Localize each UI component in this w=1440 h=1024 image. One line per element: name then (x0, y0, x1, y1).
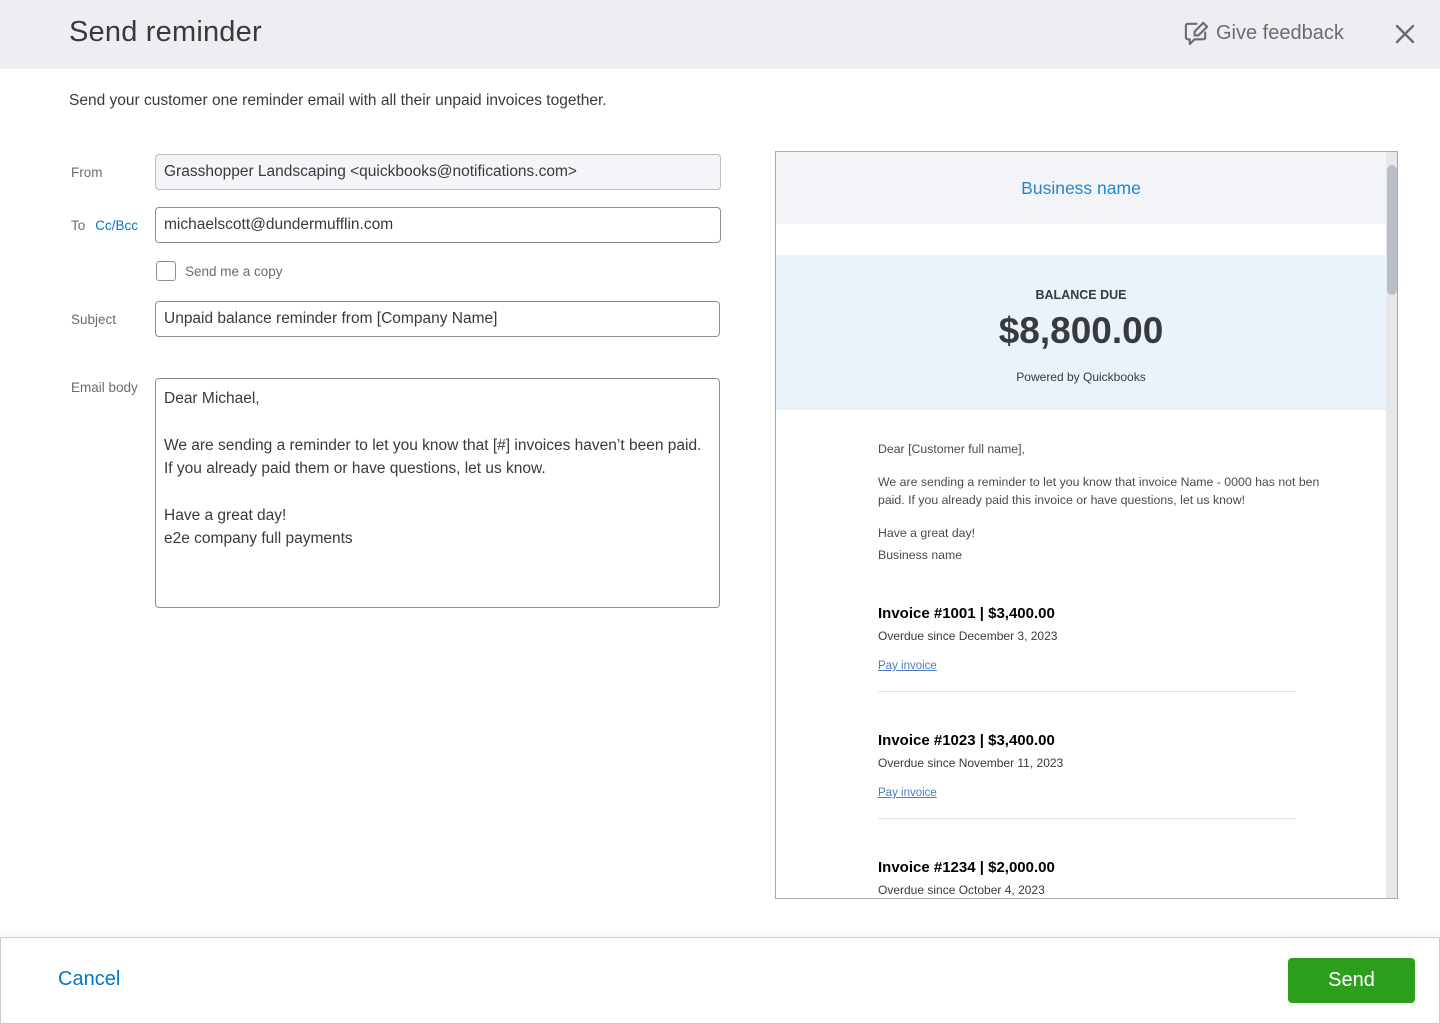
balance-due-amount: $8,800.00 (998, 310, 1164, 351)
preview-message-text: We are sending a reminder to let you kno… (878, 474, 1320, 508)
balance-due-label: BALANCE DUE (1035, 288, 1127, 302)
dialog-subtitle: Send your customer one reminder email wi… (69, 92, 607, 109)
preview-business-name: Business name (1021, 177, 1141, 198)
preview-header: Business name (776, 152, 1386, 224)
invoice-title: Invoice #1023 | $3,400.00 (878, 732, 1055, 749)
preview-greeting: Dear [Customer full name], (878, 442, 1025, 456)
email-body-textarea[interactable]: Dear Michael, We are sending a reminder … (155, 378, 720, 608)
invoice-title: Invoice #1001 | $3,400.00 (878, 605, 1055, 622)
from-value: Grasshopper Landscaping <quickbooks@noti… (164, 163, 577, 180)
subject-value: Unpaid balance reminder from [Company Na… (164, 310, 498, 327)
to-email-value: michaelscott@dundermufflin.com (164, 216, 394, 233)
from-field: Grasshopper Landscaping <quickbooks@noti… (155, 154, 721, 190)
invoice-divider (878, 818, 1296, 819)
invoice-title: Invoice #1234 | $2,000.00 (878, 859, 1055, 876)
feedback-icon (1184, 21, 1209, 46)
close-icon[interactable] (1393, 22, 1417, 46)
email-preview: Business name BALANCE DUE $8,800.00 Powe… (775, 151, 1398, 899)
preview-signature: Business name (878, 548, 963, 562)
invoice-item: Invoice #1023 | $3,400.00 Overdue since … (878, 732, 1296, 819)
powered-by-text: Powered by Quickbooks (1016, 370, 1146, 384)
send-me-copy-option[interactable]: Send me a copy (156, 261, 283, 281)
balance-due-section: BALANCE DUE $8,800.00 Powered by Quickbo… (776, 255, 1386, 410)
give-feedback-label: Give feedback (1216, 22, 1344, 44)
invoice-item: Invoice #1234 | $2,000.00 Overdue since … (878, 859, 1296, 898)
cc-bcc-link[interactable]: Cc/Bcc (95, 218, 138, 233)
pay-invoice-link[interactable]: Pay invoice (878, 787, 937, 799)
email-body-label: Email body (71, 380, 138, 395)
preview-closing: Have a great day! (878, 525, 976, 540)
pay-invoice-link[interactable]: Pay invoice (878, 660, 937, 672)
invoice-divider (878, 691, 1296, 692)
give-feedback-button[interactable]: Give feedback (1183, 20, 1344, 47)
preview-scrollbar-thumb[interactable] (1387, 165, 1397, 295)
subject-field[interactable]: Unpaid balance reminder from [Company Na… (155, 301, 720, 337)
dialog-title: Send reminder (69, 16, 262, 48)
from-label: From (71, 165, 103, 180)
send-button[interactable]: Send (1288, 958, 1415, 1003)
invoice-overdue-date: Overdue since December 3, 2023 (878, 629, 1058, 643)
preview-scrollbar[interactable] (1386, 152, 1397, 898)
to-label: To (71, 218, 86, 233)
invoice-overdue-date: Overdue since October 4, 2023 (878, 883, 1045, 897)
dialog-header: Send reminder Give feedback (0, 0, 1440, 69)
dialog-footer: Cancel Send (0, 937, 1440, 1024)
subject-label: Subject (71, 312, 117, 327)
invoice-overdue-date: Overdue since November 11, 2023 (878, 756, 1064, 770)
preview-message: Dear [Customer full name], We are sendin… (878, 440, 1338, 565)
invoice-item: Invoice #1001 | $3,400.00 Overdue since … (878, 605, 1296, 692)
send-me-copy-label: Send me a copy (185, 263, 283, 279)
send-me-copy-checkbox[interactable] (156, 261, 176, 281)
cancel-button[interactable]: Cancel (58, 968, 120, 991)
to-label-group: To Cc/Bcc (71, 218, 138, 233)
to-email-field[interactable]: michaelscott@dundermufflin.com (155, 207, 721, 243)
